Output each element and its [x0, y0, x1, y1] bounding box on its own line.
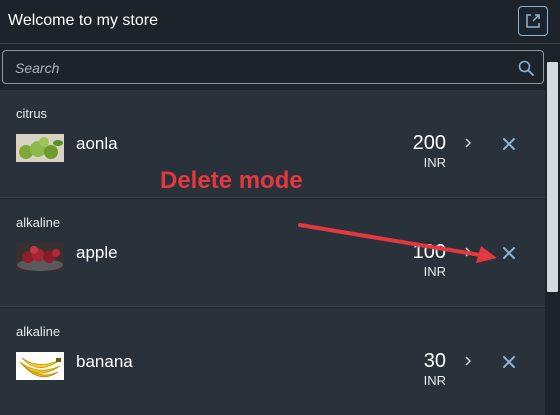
close-icon: [503, 138, 515, 150]
aonla-thumbnail: [16, 134, 64, 162]
app-header: Welcome to my store: [0, 0, 560, 44]
apple-thumbnail: [16, 243, 64, 271]
item-price: 200: [412, 132, 446, 154]
search-bar: [0, 48, 545, 84]
item-name: apple: [76, 243, 118, 262]
list-item[interactable]: alkaline banana 30 INR: [0, 308, 545, 415]
close-icon: [503, 356, 515, 368]
search-field: [2, 50, 544, 84]
item-name: banana: [76, 352, 133, 371]
search-input[interactable]: [15, 57, 495, 79]
chevron-right-icon[interactable]: [462, 135, 474, 151]
item-currency: INR: [423, 155, 446, 170]
item-price: 30: [423, 350, 446, 372]
annotation-arrow-icon: [298, 223, 497, 263]
chevron-right-icon[interactable]: [462, 353, 474, 369]
item-category: citrus: [16, 106, 48, 121]
delete-button[interactable]: [500, 353, 518, 371]
share-button[interactable]: [518, 6, 548, 36]
item-category: alkaline: [16, 324, 61, 339]
item-currency: INR: [423, 373, 446, 388]
delete-button[interactable]: [500, 135, 518, 153]
page-title: Welcome to my store: [8, 12, 158, 29]
annotation-label: Delete mode: [160, 167, 303, 194]
scrollbar-thumb[interactable]: [547, 62, 558, 292]
item-name: aonla: [76, 134, 118, 153]
share-icon: [526, 14, 540, 28]
banana-thumbnail: [16, 352, 64, 380]
search-icon[interactable]: [517, 59, 535, 77]
item-category: alkaline: [16, 215, 61, 230]
